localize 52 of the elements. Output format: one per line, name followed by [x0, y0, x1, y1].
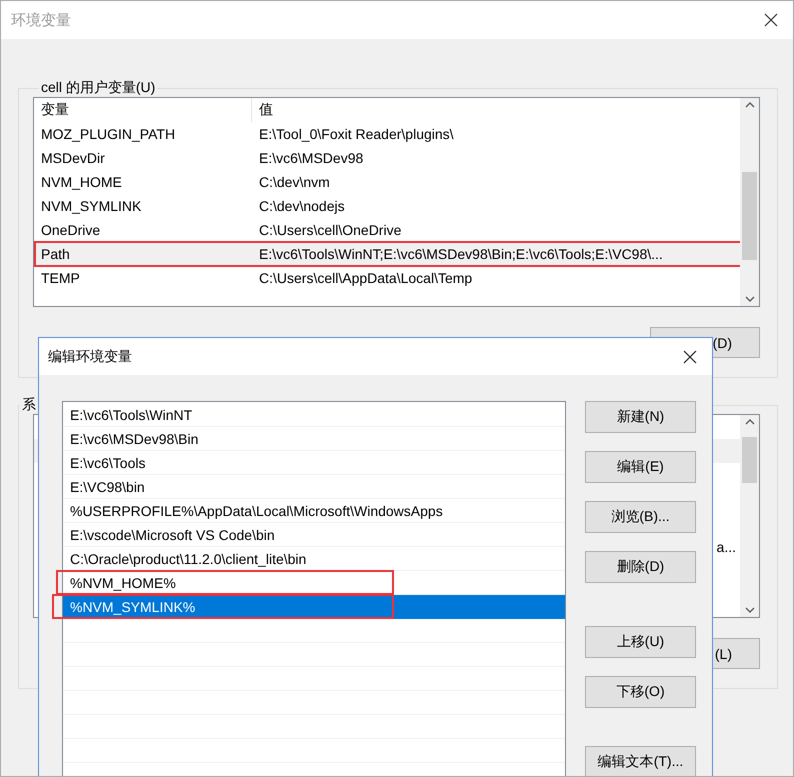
- table-cell-text: C:\dev\nodejs: [258, 198, 345, 214]
- scroll-up-icon[interactable]: [744, 419, 754, 425]
- close-icon[interactable]: [683, 350, 697, 364]
- scrollbar-thumb[interactable]: [742, 437, 757, 483]
- dialog-button[interactable]: 编辑文本(T)...: [585, 746, 696, 776]
- table-cell-text: E:\Tool_0\Foxit Reader\plugins\: [258, 126, 454, 142]
- table-cell-text: E:\vc6\Tools\WinNT;E:\vc6\MSDev98\Bin;E:\vc6\Tools;E:\VC98\...: [258, 246, 663, 262]
- table-cell-text: C:\Users\cell\OneDrive: [258, 222, 402, 238]
- scrollbar-thumb[interactable]: [742, 172, 757, 260]
- variable-list[interactable]: [33, 97, 760, 307]
- dialog-button[interactable]: 下移(O): [585, 676, 696, 708]
- scrollbar[interactable]: [740, 415, 759, 617]
- list-item[interactable]: E:\vc6\Tools\WinNT: [63, 403, 565, 427]
- scroll-down-icon[interactable]: [744, 296, 754, 302]
- group-label: cell 的用户变量(U): [40, 79, 156, 97]
- list-item[interactable]: E:\vscode\Microsoft VS Code\bin: [63, 523, 565, 547]
- column-header[interactable]: 值: [252, 98, 273, 122]
- group-label: 系: [21, 396, 37, 414]
- dialog-button[interactable]: 编辑(E): [585, 451, 696, 483]
- table-row[interactable]: TEMP C:\Users\cell\AppData\Local\Temp: [34, 266, 740, 290]
- list-item[interactable]: E:\VC98\bin: [63, 475, 565, 499]
- window-title: 环境变量: [11, 10, 71, 30]
- dialog-title: 编辑环境变量: [48, 348, 132, 366]
- table-row[interactable]: NVM_SYMLINK C:\dev\nodejs: [34, 194, 740, 218]
- dialog-button[interactable]: 上移(U): [585, 626, 696, 658]
- table-row[interactable]: MSDevDir E:\vc6\MSDev98: [34, 146, 740, 170]
- table-cell-text: C:\dev\nvm: [258, 174, 330, 190]
- table-cell-text: E:\vc6\MSDev98: [258, 150, 364, 166]
- table-cell-text: MOZ_PLUGIN_PATH: [40, 126, 176, 142]
- scrollbar[interactable]: [740, 98, 759, 306]
- dialog-button[interactable]: 新建(N): [585, 401, 696, 433]
- table-cell-text: MSDevDir: [40, 150, 106, 166]
- table-row[interactable]: OneDrive C:\Users\cell\OneDrive: [34, 218, 740, 242]
- table-cell-text: NVM_SYMLINK: [40, 198, 142, 214]
- column-header[interactable]: 变量: [34, 98, 252, 122]
- table-row[interactable]: MOZ_PLUGIN_PATH E:\Tool_0\Foxit Reader\plugins\: [34, 122, 740, 146]
- list-item[interactable]: C:\Oracle\product\11.2.0\client_lite\bin: [63, 547, 565, 571]
- scroll-up-icon[interactable]: [744, 102, 754, 108]
- table-cell-text: TEMP: [40, 270, 81, 286]
- table-cell-text: OneDrive: [40, 222, 102, 238]
- close-icon[interactable]: [764, 13, 778, 27]
- list-item[interactable]: E:\vc6\Tools: [63, 451, 565, 475]
- table-cell-text: C:\Users\cell\AppData\Local\Temp: [258, 270, 472, 286]
- scroll-down-icon[interactable]: [744, 607, 754, 613]
- dialog-button[interactable]: 删除(D): [585, 551, 696, 583]
- dialog-button[interactable]: 浏览(B)...: [585, 501, 696, 533]
- table-row[interactable]: NVM_HOME C:\dev\nvm: [34, 170, 740, 194]
- table-row[interactable]: Path E:\vc6\Tools\WinNT;E:\vc6\MSDev98\Bin;E:\vc6\Tools;E:\VC98\...: [34, 242, 740, 266]
- table-cell-text: Path: [40, 246, 71, 262]
- list-item[interactable]: %USERPROFILE%\AppData\Local\Microsoft\WindowsApps: [63, 499, 565, 523]
- list-item[interactable]: E:\vc6\MSDev98\Bin: [63, 427, 565, 451]
- table-cell-text: NVM_HOME: [40, 174, 123, 190]
